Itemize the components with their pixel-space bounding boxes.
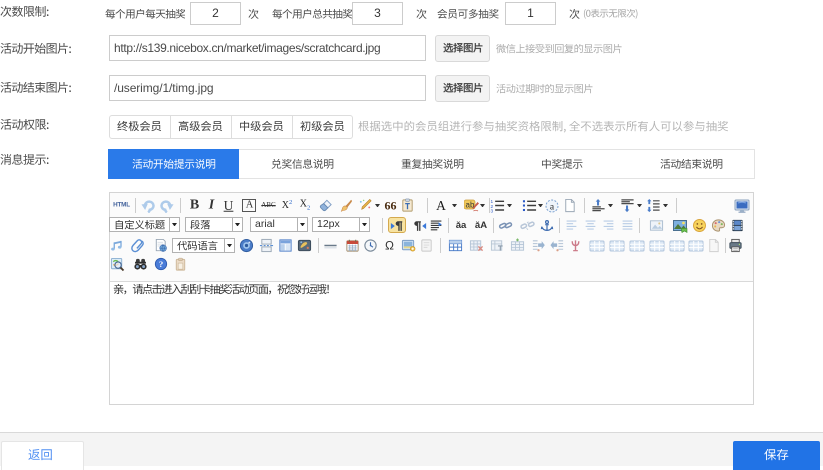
svg-text:?: ? bbox=[158, 259, 162, 269]
svg-text:3: 3 bbox=[490, 209, 493, 213]
